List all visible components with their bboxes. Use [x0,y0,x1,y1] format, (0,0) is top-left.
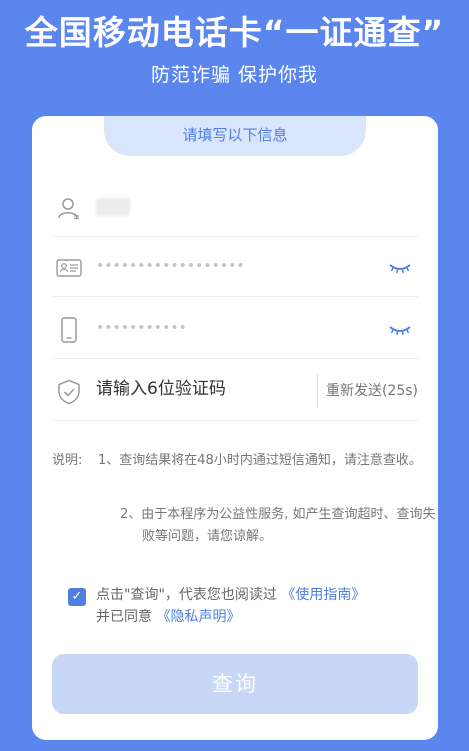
phone-number-field[interactable]: ••••••••••• [52,300,418,359]
form-card: 请填写以下信息 •••••••••••••••••• ••••••••••• 请… [32,116,438,740]
notes-item-1: 1、查询结果将在48小时内通过短信通知，请注意查收。 [98,453,422,468]
query-button[interactable]: 查询 [52,654,418,714]
eye-closed-icon[interactable] [388,322,412,338]
resend-code-button[interactable]: 重新发送(25s) [316,374,418,408]
usage-guide-link[interactable]: 《使用指南》 [281,587,365,603]
shield-check-icon [58,379,80,405]
section-label: 请填写以下信息 [104,116,366,156]
name-value-redacted [96,198,130,216]
user-icon [58,198,79,220]
page-title: 全国移动电话卡“一证通查” [24,13,445,52]
phone-number-value: ••••••••••• [96,320,187,336]
notes-label: 说明: [52,453,83,468]
id-number-field[interactable]: •••••••••••••••••• [52,238,418,297]
id-number-value: •••••••••••••••••• [96,258,245,274]
id-card-icon [56,259,82,277]
agreement-text-1: 点击"查询"，代表您也阅读过 [96,587,277,603]
verification-code-field[interactable]: 请输入6位验证码 重新发送(25s) [52,362,418,421]
verification-code-input[interactable]: 请输入6位验证码 [96,376,226,402]
notes-item-2: 2、由于本程序为公益性服务, 如产生查询超时、查询失败等问题，请您谅解。 [120,507,436,544]
page-subtitle: 防范诈骗 保护你我 [150,64,319,86]
privacy-statement-link[interactable]: 《隐私声明》 [156,609,240,625]
name-field[interactable] [52,178,418,237]
agreement-text-2: 并已同意 [96,609,152,625]
agreement-checkbox[interactable]: ✓ [68,588,86,606]
phone-icon [61,317,77,343]
eye-closed-icon[interactable] [388,260,412,276]
